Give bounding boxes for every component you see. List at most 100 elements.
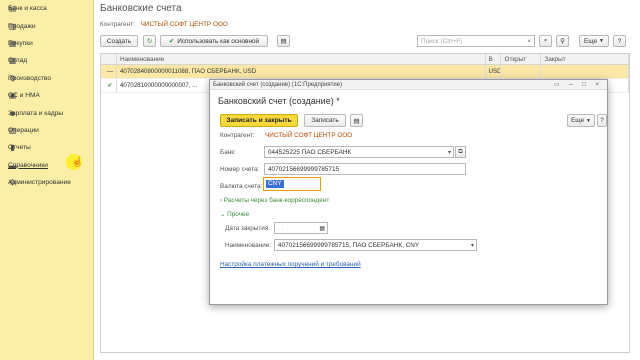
filter-icon: ⚲ [560,38,565,45]
list-settings-button[interactable]: ▤ [277,35,290,47]
advanced-search-button[interactable]: ⚲ [556,35,569,47]
close-date-label: Дата закрытия: [225,225,271,232]
account-number-value: 40702156699999785715 [268,165,340,173]
sidebar-item[interactable]: ▥ Продажи [0,17,93,34]
search-button[interactable]: ⌕ [539,35,552,47]
page-title: Банковские счета [100,3,182,14]
use-as-main-button[interactable]: ✔ Использовать как основной [160,35,268,47]
table-header: Наименование В Открыт Закрыт [101,54,629,65]
more-button[interactable]: Еще ▼ [579,35,609,47]
sidebar-item[interactable]: ⚙ Администрирование [0,174,93,191]
column-header-mark[interactable] [101,54,117,64]
calendar-icon[interactable]: ▦ [319,225,325,232]
name-field[interactable]: 40702156699999785715, ПАО СБЕРБАНК, CNY … [274,239,477,251]
name-value: 40702156699999785715, ПАО СБЕРБАНК, CNY [278,241,420,249]
sidebar-item[interactable]: ☻ Зарплата и кадры [0,104,93,121]
bank-label: Банк: [220,149,236,156]
sidebar-item-label: Справочники [8,161,48,169]
search-input[interactable]: Поиск (Ctrl+F) × [417,35,535,47]
search-placeholder: Поиск (Ctrl+F) [421,37,463,45]
column-header-closed[interactable]: Закрыт [541,54,629,64]
row-closed [541,65,629,78]
dialog-window-bar: Банковский счет (создание) (1С:Предприят… [210,80,607,90]
close-date-field[interactable]: . . ▦ [274,222,328,234]
sidebar-item[interactable]: ▮ Отчеты [0,139,93,156]
chevron-right-icon: › [220,197,223,204]
bank-value: 044525225 ПАО СБЕРБАНК [268,148,352,156]
close-date-value: . . [278,224,284,232]
counterparty-link[interactable]: ЧИСТЫЙ СОФТ ЦЕНТР ООО [141,21,228,28]
document-icon: ▤ [353,117,360,125]
chevron-down-icon: ⌄ [220,211,226,218]
help-icon: ? [617,37,622,45]
correspondent-bank-group[interactable]: › Расчеты через банк-корреспондент [220,197,329,204]
sidebar-item-label: Банк и касса [8,5,47,13]
create-button[interactable]: Создать [100,35,138,47]
dialog-title: Банковский счет (создание) * [218,96,340,106]
bank-open-button[interactable]: ⧉ [455,146,466,158]
column-header-name[interactable]: Наименование [117,54,486,64]
name-label: Наименование: [225,242,272,249]
chevron-down-icon: ▼ [599,38,604,44]
sidebar-item[interactable]: ⚙ Производство [0,70,93,87]
sidebar-item-label: Производство [8,74,51,82]
sidebar-item-label: ОС и НМА [8,92,40,100]
dialog-help-button[interactable]: ? [597,114,607,127]
save-button[interactable]: Записать [304,114,346,127]
save-and-close-button[interactable]: Записать и закрыть [220,114,298,127]
sidebar-item-label: Склад [8,57,28,65]
dialog-more-button[interactable]: Еще ▼ [567,114,595,127]
clear-icon[interactable]: × [527,38,531,45]
search-icon: ⌕ [543,37,548,44]
other-group[interactable]: ⌄ Прочее [220,210,249,218]
counterparty-value[interactable]: ЧИСТЫЙ СОФТ ЦЕНТР ООО [265,132,352,139]
row-opened [501,65,542,78]
row-name: 40702840800000011088, ПАО СБЕРБАНК, USD [117,65,486,78]
chevron-down-icon[interactable]: ▾ [448,149,451,156]
more-label: Еще [584,37,598,45]
counterparty-line: Контрагент: ЧИСТЫЙ СОФТ ЦЕНТР ООО [100,21,228,28]
check-icon: ✔ [168,38,175,45]
window-controls[interactable]: ▭ – □ × [554,81,603,88]
column-header-opened[interactable]: Открыт [501,54,542,64]
sidebar-item[interactable]: ▦ Покупки [0,35,93,52]
dialog-more-label: Еще [571,117,585,124]
use-as-main-label: Использовать как основной [177,37,260,45]
currency-value: CNY [266,180,284,188]
mouse-cursor-icon: ☝ [71,157,84,168]
bank-account-create-dialog: Банковский счет (создание) (1С:Предприят… [209,79,608,305]
sidebar-item-label: Зарплата и кадры [8,109,64,117]
help-icon: ? [600,117,604,124]
refresh-icon: ↻ [146,38,153,45]
link-icon: ⧉ [458,148,463,155]
list-icon: ▤ [280,38,287,45]
row-mark: — [101,65,117,78]
sidebar-item-label: Операции [8,126,39,134]
print-button[interactable]: ▤ [350,114,363,127]
sections-sidebar: ▤ Банк и касса ▥ Продажи ▦ Покупки ▩ Склад ⚙ Прои… [0,0,94,360]
help-button[interactable]: ? [613,35,626,47]
account-number-field[interactable]: 40702156699999785715 [264,163,466,175]
table-row[interactable]: — 40702840800000011088, ПАО СБЕРБАНК, US… [101,65,629,79]
counterparty-label: Контрагент: [220,132,255,139]
sidebar-item-label: Продажи [8,22,36,30]
chevron-down-icon: ▼ [586,117,591,124]
sidebar-item[interactable]: ▣ ОС и НМА [0,87,93,104]
currency-field[interactable]: CNY [263,177,321,191]
refresh-button[interactable]: ↻ [143,35,156,47]
currency-label: Валюта счета: [220,183,263,190]
other-group-label: Прочее [227,211,250,218]
account-number-label: Номер счета: [220,166,260,173]
row-mark: ✔ [101,79,117,92]
sidebar-item[interactable]: ▩ Склад [0,52,93,69]
sidebar-item-label: Покупки [8,39,33,47]
sidebar-item[interactable]: ▤ Банк и касса [0,0,93,17]
column-header-currency[interactable]: В [486,54,502,64]
row-currency: USD [486,65,502,78]
sidebar-item[interactable]: ▧ Операции [0,122,93,139]
chevron-down-icon[interactable]: ▾ [471,242,474,249]
sidebar-item-label: Отчеты [8,144,31,152]
payment-settings-link[interactable]: Настройка платежных поручений и требован… [220,261,361,268]
bank-field[interactable]: 044525225 ПАО СБЕРБАНК ▾ [264,146,454,158]
dialog-window-caption: Банковский счет (создание) (1С:Предприят… [213,81,343,88]
